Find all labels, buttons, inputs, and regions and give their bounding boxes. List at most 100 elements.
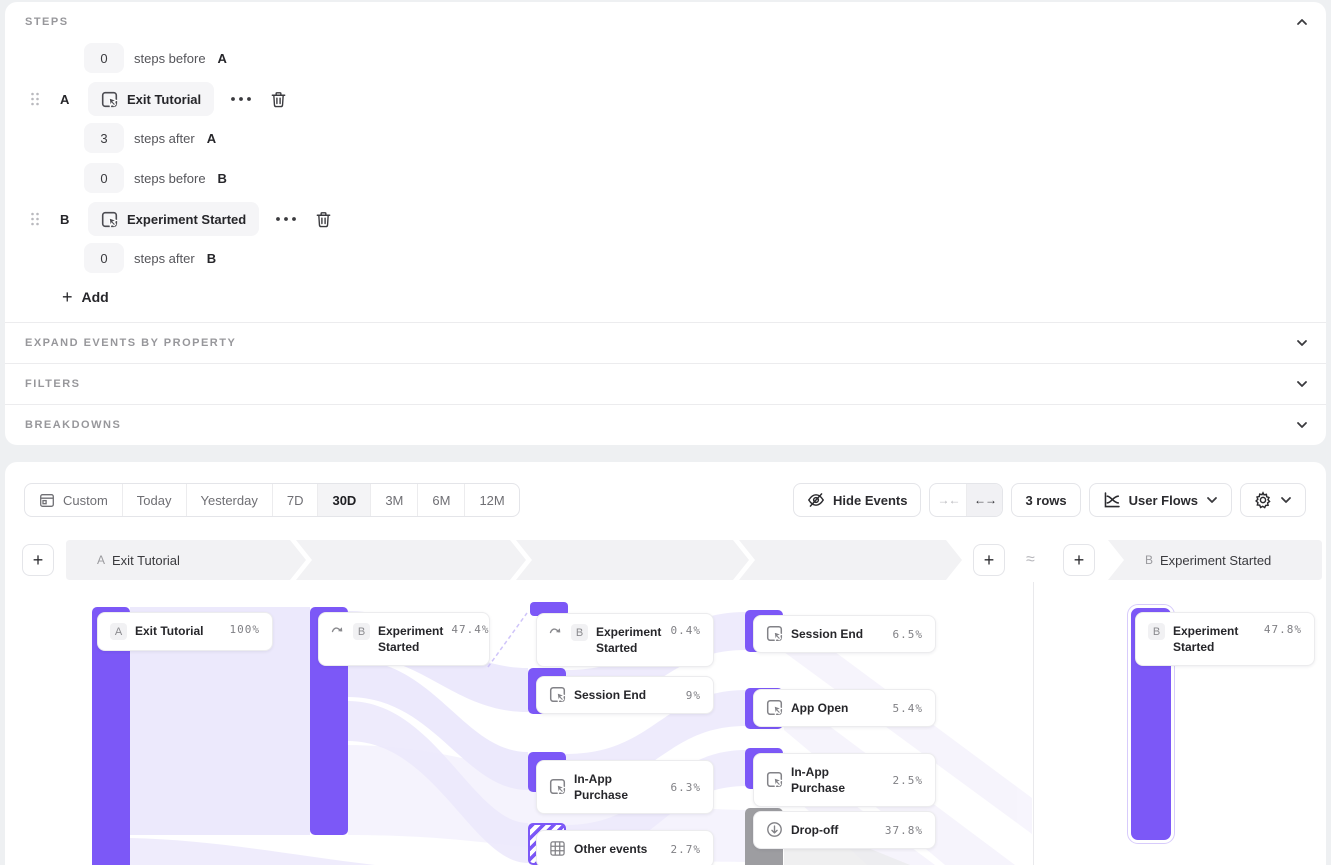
- node-card-experiment-started-1[interactable]: B Experiment Started 47.4%: [318, 612, 490, 666]
- steps-before-a-row: 0 steps before A: [84, 43, 227, 73]
- chevron-down-icon: [1296, 337, 1308, 349]
- node-label: Other events: [574, 841, 663, 857]
- steps-after-label: steps after: [134, 131, 195, 146]
- node-percent: 47.4%: [451, 623, 489, 636]
- node-card-experiment-started-2[interactable]: B Experiment Started 0.4%: [536, 613, 714, 667]
- chevron-down-icon: [1296, 419, 1308, 431]
- steps-before-b-input[interactable]: 0: [84, 163, 124, 193]
- steps-before-label: steps before: [134, 51, 206, 66]
- steps-before-a-input[interactable]: 0: [84, 43, 124, 73]
- step-a-delete-button[interactable]: [270, 91, 287, 108]
- grid-icon: [549, 840, 566, 857]
- add-step-label: Add: [82, 289, 109, 305]
- steps-panel: STEPS 0 steps before A A Exit Tutorial: [5, 2, 1326, 445]
- step-letter: B: [60, 212, 74, 227]
- step-chip: B: [571, 624, 588, 641]
- node-card-app-open[interactable]: App Open 5.4%: [753, 689, 936, 727]
- steps-after-b-row: 0 steps after B: [84, 243, 216, 273]
- node-label: Session End: [791, 626, 885, 642]
- node-card-session-end-1[interactable]: Session End 9%: [536, 676, 714, 714]
- drop-off-icon: [766, 821, 783, 838]
- node-card-experiment-started-final[interactable]: B Experiment Started 47.8%: [1135, 612, 1315, 666]
- step-letter: A: [60, 92, 74, 107]
- redirect-icon: [549, 623, 563, 637]
- event-icon: [766, 699, 783, 716]
- drag-handle-icon[interactable]: [30, 211, 40, 227]
- trash-icon: [315, 211, 332, 228]
- redirect-icon: [331, 622, 345, 636]
- node-card-in-app-purchase-1[interactable]: In-App Purchase 6.3%: [536, 760, 714, 814]
- steps-before-label: steps before: [134, 171, 206, 186]
- node-percent: 9%: [686, 689, 701, 702]
- node-percent: 6.3%: [671, 781, 702, 794]
- node-label: Experiment Started: [596, 624, 663, 656]
- step-b-row: B Experiment Started: [30, 202, 332, 236]
- step-ref: A: [207, 131, 216, 146]
- section-expand-events-by-property[interactable]: EXPAND EVENTS BY PROPERTY: [5, 322, 1326, 363]
- section-label: BREAKDOWNS: [25, 419, 121, 431]
- node-label: App Open: [791, 700, 885, 716]
- steps-after-a-row: 3 steps after A: [84, 123, 216, 153]
- steps-after-b-input[interactable]: 0: [84, 243, 124, 273]
- steps-before-b-row: 0 steps before B: [84, 163, 227, 193]
- step-b-event-button[interactable]: Experiment Started: [88, 202, 259, 236]
- event-icon: [101, 91, 118, 108]
- event-icon: [766, 625, 783, 642]
- node-percent: 2.7%: [671, 843, 702, 856]
- chevron-down-icon: [1296, 378, 1308, 390]
- steps-section-header[interactable]: STEPS: [25, 16, 1308, 28]
- node-label: Experiment Started: [378, 623, 443, 655]
- flow-panel: Custom Today Yesterday 7D 30D 3M 6M 12M …: [5, 462, 1326, 865]
- section-label: FILTERS: [25, 378, 81, 390]
- event-icon: [549, 686, 566, 703]
- node-label: Drop-off: [791, 822, 877, 838]
- node-card-drop-off[interactable]: Drop-off 37.8%: [753, 811, 936, 849]
- node-percent: 37.8%: [885, 824, 923, 837]
- node-label: Experiment Started: [1173, 623, 1256, 655]
- node-percent: 6.5%: [893, 628, 924, 641]
- event-icon: [101, 211, 118, 228]
- section-label: EXPAND EVENTS BY PROPERTY: [25, 337, 236, 349]
- more-icon: [275, 216, 297, 222]
- trash-icon: [270, 91, 287, 108]
- section-breakdowns[interactable]: BREAKDOWNS: [5, 404, 1326, 445]
- event-icon: [549, 778, 566, 795]
- node-card-session-end-2[interactable]: Session End 6.5%: [753, 615, 936, 653]
- step-chip: B: [353, 623, 370, 640]
- step-a-event-button[interactable]: Exit Tutorial: [88, 82, 214, 116]
- step-a-more-button[interactable]: [230, 96, 252, 102]
- node-label: In-App Purchase: [574, 771, 663, 803]
- section-filters[interactable]: FILTERS: [5, 363, 1326, 404]
- plus-icon: +: [62, 288, 73, 306]
- more-icon: [230, 96, 252, 102]
- step-ref: B: [207, 251, 216, 266]
- add-step-button[interactable]: + Add: [62, 288, 109, 306]
- approx-symbol: ≈: [1021, 538, 1040, 582]
- step-chip: A: [110, 623, 127, 640]
- step-chip: B: [1148, 623, 1165, 640]
- step-b-more-button[interactable]: [275, 216, 297, 222]
- node-percent: 47.8%: [1264, 623, 1302, 636]
- steps-title: STEPS: [25, 16, 69, 28]
- step-a-event-label: Exit Tutorial: [127, 92, 201, 107]
- node-card-other-events[interactable]: Other events 2.7%: [536, 830, 714, 865]
- node-percent: 0.4%: [671, 624, 702, 637]
- steps-after-a-input[interactable]: 3: [84, 123, 124, 153]
- node-card-in-app-purchase-2[interactable]: In-App Purchase 2.5%: [753, 753, 936, 807]
- node-percent: 5.4%: [893, 702, 924, 715]
- drag-handle-icon[interactable]: [30, 91, 40, 107]
- step-a-row: A Exit Tutorial: [30, 82, 287, 116]
- node-label: Session End: [574, 687, 678, 703]
- steps-after-label: steps after: [134, 251, 195, 266]
- node-percent: 2.5%: [893, 774, 924, 787]
- node-label: In-App Purchase: [791, 764, 885, 796]
- chevron-up-icon[interactable]: [1296, 16, 1308, 28]
- step-ref: B: [218, 171, 227, 186]
- node-card-exit-tutorial[interactable]: A Exit Tutorial 100%: [97, 612, 273, 651]
- step-b-event-label: Experiment Started: [127, 212, 246, 227]
- node-percent: 100%: [230, 623, 261, 636]
- node-label: Exit Tutorial: [135, 623, 222, 639]
- step-b-delete-button[interactable]: [315, 211, 332, 228]
- step-ref: A: [218, 51, 227, 66]
- event-icon: [766, 771, 783, 788]
